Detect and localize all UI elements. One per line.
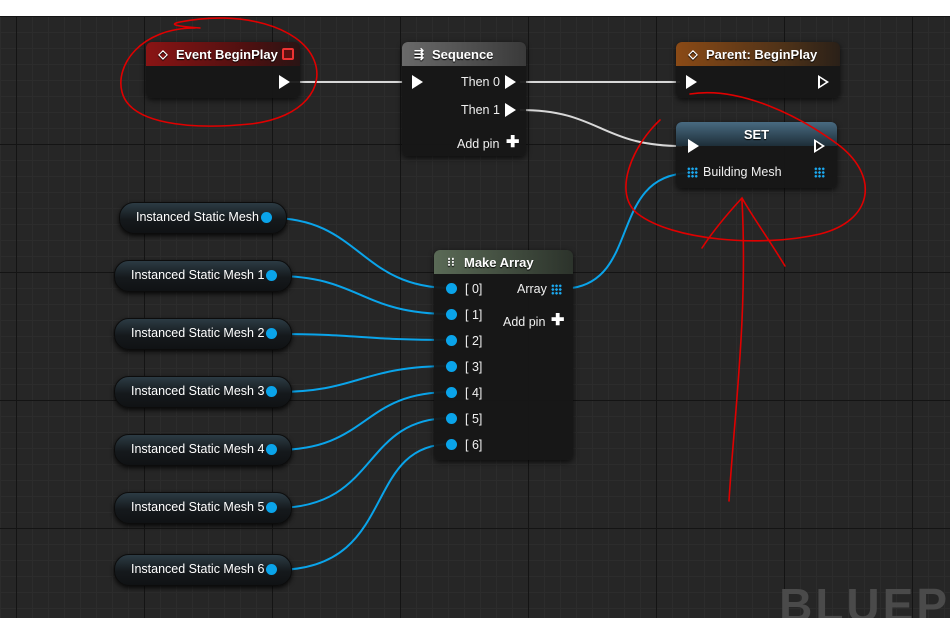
variable-out-pin[interactable]	[266, 328, 277, 339]
array-in-pin-5[interactable]	[446, 413, 457, 424]
event-beginplay-node[interactable]: ◇ Event BeginPlay	[146, 42, 300, 98]
object-wire	[275, 365, 452, 393]
variable-label: Instanced Static Mesh 2	[131, 326, 265, 340]
array-in-pin-6[interactable]	[446, 439, 457, 450]
array-in-pin-4[interactable]	[446, 387, 457, 398]
set-header: SET	[676, 122, 837, 146]
exec-out-pin[interactable]	[279, 75, 290, 89]
then-0-label: Then 0	[461, 75, 500, 89]
set-node[interactable]: SET Building Mesh	[676, 122, 837, 188]
variable-get-node[interactable]: Instanced Static Mesh 2	[114, 318, 292, 350]
array-in-pin-2[interactable]	[446, 335, 457, 346]
function-diamond-icon: ◇	[688, 47, 698, 61]
exec-in-pin[interactable]	[686, 75, 697, 89]
variable-get-node[interactable]: Instanced Static Mesh 1	[114, 260, 292, 292]
exec-in-pin[interactable]	[688, 139, 699, 153]
then-0-pin[interactable]	[505, 75, 516, 89]
object-wire	[275, 417, 452, 509]
set-title: SET	[743, 126, 770, 142]
variable-label: Instanced Static Mesh 6	[131, 562, 265, 576]
event-beginplay-title: Event BeginPlay	[176, 46, 278, 62]
exec-out-pin[interactable]	[818, 75, 829, 89]
variable-out-pin[interactable]	[266, 386, 277, 397]
then-1-label: Then 1	[461, 103, 500, 117]
delegate-pin-icon[interactable]	[282, 48, 294, 60]
make-array-title: Make Array	[464, 254, 534, 270]
variable-out-pin[interactable]	[266, 270, 277, 281]
variable-label: Instanced Static Mesh 1	[131, 268, 265, 282]
make-array-header: ⁝⁝ Make Array	[434, 250, 573, 274]
sequence-title: Sequence	[432, 46, 494, 62]
variable-out-pin[interactable]	[266, 564, 277, 575]
variable-label: Instanced Static Mesh 3	[131, 384, 265, 398]
array-in-label-0: [ 0]	[465, 282, 483, 296]
array-in-label-2: [ 2]	[465, 334, 483, 348]
variable-get-node[interactable]: Instanced Static Mesh 6	[114, 554, 292, 586]
object-wire	[275, 443, 452, 571]
variable-label: Instanced Static Mesh 4	[131, 442, 265, 456]
add-pin-plus-icon[interactable]: ✚	[551, 313, 564, 329]
variable-get-node[interactable]: Instanced Static Mesh 5	[114, 492, 292, 524]
building-mesh-label: Building Mesh	[703, 165, 782, 179]
building-mesh-out-array-pin[interactable]	[814, 167, 825, 178]
array-in-pin-1[interactable]	[446, 309, 457, 320]
object-wire	[275, 275, 452, 315]
array-in-label-1: [ 1]	[465, 308, 483, 322]
sequence-node[interactable]: ⇶ Sequence Then 0 Then 1 Add pin ✚	[402, 42, 526, 156]
array-out-pin[interactable]	[551, 284, 562, 295]
exec-out-pin[interactable]	[814, 139, 825, 153]
add-pin-plus-icon[interactable]: ✚	[506, 135, 519, 151]
event-diamond-icon: ◇	[158, 47, 168, 61]
sequence-icon: ⇶	[413, 47, 425, 61]
then-1-pin[interactable]	[505, 103, 516, 117]
array-in-label-6: [ 6]	[465, 438, 483, 452]
variable-label: Instanced Static Mesh	[136, 210, 259, 224]
array-out-label: Array	[517, 282, 547, 296]
variable-out-pin[interactable]	[261, 212, 272, 223]
exec-in-pin[interactable]	[412, 75, 423, 89]
sequence-add-pin-label[interactable]: Add pin	[457, 137, 499, 151]
variable-get-node[interactable]: Instanced Static Mesh 4	[114, 434, 292, 466]
make-array-icon: ⁝⁝	[447, 255, 455, 269]
object-wire	[275, 333, 452, 341]
array-in-label-3: [ 3]	[465, 360, 483, 374]
exec-wire	[519, 109, 683, 147]
parent-beginplay-header: ◇ Parent: BeginPlay	[676, 42, 840, 66]
array-in-label-5: [ 5]	[465, 412, 483, 426]
variable-get-node[interactable]: Instanced Static Mesh 3	[114, 376, 292, 408]
parent-beginplay-title: Parent: BeginPlay	[706, 46, 818, 62]
blueprint-graph-canvas[interactable]: ◇ Event BeginPlay ⇶ Sequence Then 0 Then…	[0, 16, 950, 618]
sequence-header: ⇶ Sequence	[402, 42, 526, 66]
make-array-add-pin-label[interactable]: Add pin	[503, 315, 545, 329]
make-array-node[interactable]: ⁝⁝ Make Array [ 0] [ 1] [ 2] [ 3] [ 4] […	[434, 250, 573, 460]
parent-beginplay-node[interactable]: ◇ Parent: BeginPlay	[676, 42, 840, 98]
variable-get-node[interactable]: Instanced Static Mesh	[119, 202, 287, 234]
variable-out-pin[interactable]	[266, 444, 277, 455]
building-mesh-in-array-pin[interactable]	[687, 167, 698, 178]
array-in-pin-3[interactable]	[446, 361, 457, 372]
variable-out-pin[interactable]	[266, 502, 277, 513]
event-beginplay-header: ◇ Event BeginPlay	[146, 42, 300, 66]
array-wire	[571, 172, 689, 289]
array-in-label-4: [ 4]	[465, 386, 483, 400]
variable-label: Instanced Static Mesh 5	[131, 500, 265, 514]
array-in-pin-0[interactable]	[446, 283, 457, 294]
blueprint-watermark: BLUEP	[779, 579, 950, 618]
